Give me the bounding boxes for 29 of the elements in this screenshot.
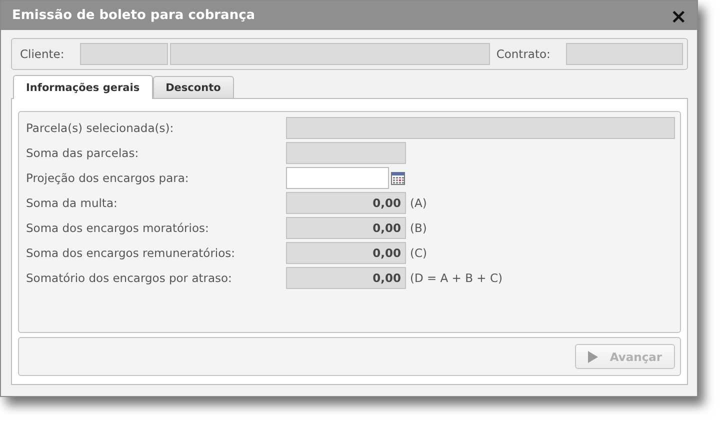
input-field[interactable]: 0,00 [286, 192, 406, 214]
input-field[interactable]: 0,00 [286, 267, 406, 289]
formula-label: (D = A + B + C) [410, 271, 502, 285]
contract-field[interactable] [566, 43, 683, 65]
contract-label: Contrato: [496, 47, 550, 61]
client-label: Cliente: [20, 47, 64, 61]
field-label: Somatório dos encargos por atraso: [26, 271, 233, 285]
input-field[interactable] [286, 142, 406, 164]
window-title: Emissão de boleto para cobrança [12, 8, 256, 23]
calendar-icon[interactable] [391, 172, 405, 184]
field-label: Soma das parcelas: [26, 146, 140, 160]
tab[interactable]: Informações gerais [13, 75, 153, 99]
tab[interactable]: Desconto [152, 76, 234, 98]
input-field[interactable]: 0,00 [286, 242, 406, 264]
field-label: Parcela(s) selecionada(s): [26, 121, 175, 135]
play-icon [588, 350, 598, 362]
field-label: Projeção dos encargos para: [26, 171, 190, 185]
input-field[interactable] [286, 117, 675, 139]
formula-label: (C) [410, 246, 428, 260]
field-label: Soma dos encargos remuneratórios: [26, 246, 236, 260]
client-code-field[interactable] [80, 43, 168, 65]
close-button[interactable]: × [670, 6, 687, 26]
input-field[interactable]: 0,00 [286, 217, 406, 239]
date-field[interactable] [286, 167, 389, 189]
field-label: Soma da multa: [26, 196, 118, 210]
field-label: Soma dos encargos moratórios: [26, 221, 210, 235]
formula-label: (A) [410, 196, 427, 210]
formula-label: (B) [410, 221, 427, 235]
client-name-field[interactable] [170, 43, 490, 65]
